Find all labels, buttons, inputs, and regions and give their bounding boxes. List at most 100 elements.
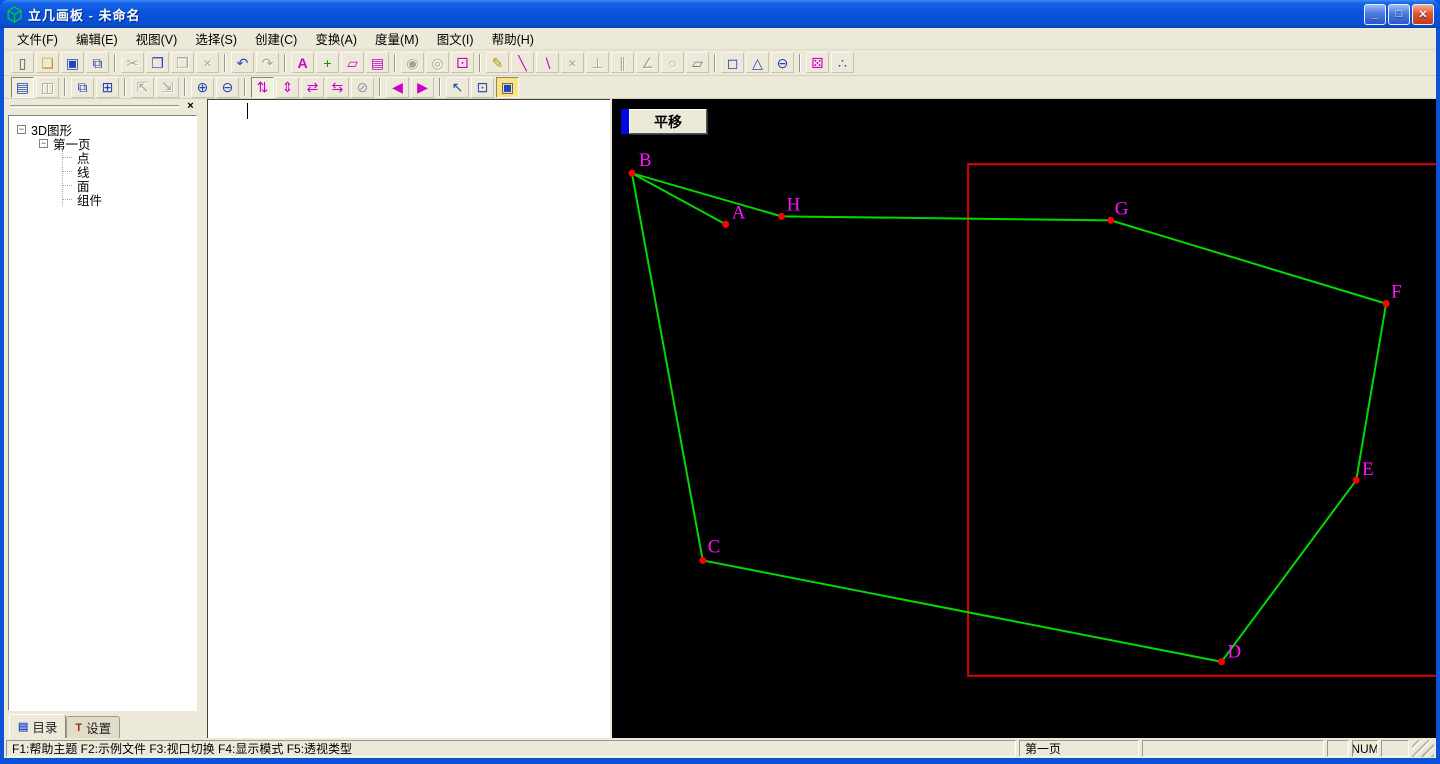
save-button[interactable]: ▣ bbox=[61, 52, 84, 73]
tree-collapse-icon[interactable]: − bbox=[39, 139, 48, 148]
main-area: × −3D图形−第一页点线面组件 ▤目录T设置 ABCDEFGH 平移 bbox=[4, 99, 1436, 738]
close-button[interactable]: ✕ bbox=[1412, 4, 1434, 25]
contents-panel-button[interactable]: ▤ bbox=[11, 77, 34, 98]
axes-button[interactable]: + bbox=[316, 52, 339, 73]
segment-B-C[interactable] bbox=[632, 173, 703, 560]
tree-collapse-icon[interactable]: − bbox=[17, 125, 26, 134]
vertex-H[interactable] bbox=[778, 213, 785, 220]
text-panel[interactable] bbox=[207, 99, 610, 738]
vertex-A[interactable] bbox=[722, 221, 729, 228]
vertex-D[interactable] bbox=[1218, 658, 1225, 665]
angle-button[interactable]: ∠ bbox=[636, 52, 659, 73]
segment-B-A[interactable] bbox=[632, 173, 726, 224]
vertex-E[interactable] bbox=[1353, 477, 1360, 484]
parallel-button[interactable]: ∥ bbox=[611, 52, 634, 73]
maximize-button[interactable]: □ bbox=[1388, 4, 1410, 25]
page-down-button[interactable]: ⇲ bbox=[156, 77, 179, 98]
segment-F-E[interactable] bbox=[1356, 304, 1386, 481]
redo-button[interactable]: ↷ bbox=[256, 52, 279, 73]
draw-segment-button[interactable]: ╲ bbox=[511, 52, 534, 73]
spin-horizontal-button[interactable]: ⇄ bbox=[301, 77, 324, 98]
properties-button[interactable]: ▤ bbox=[366, 52, 389, 73]
new-page-button[interactable]: ⧉ bbox=[86, 52, 109, 73]
sphere-button[interactable]: ⊖ bbox=[771, 52, 794, 73]
circle-button[interactable]: ○ bbox=[661, 52, 684, 73]
menu-item-5[interactable]: 变换(A) bbox=[306, 27, 366, 50]
toolbar-separator bbox=[224, 54, 226, 72]
page-up-button[interactable]: ⇱ bbox=[131, 77, 154, 98]
draw-point-button[interactable]: ✎ bbox=[486, 52, 509, 73]
spin-vertical-alt-button[interactable]: ⇕ bbox=[276, 77, 299, 98]
paste-button[interactable]: ❒ bbox=[171, 52, 194, 73]
menu-item-4[interactable]: 创建(C) bbox=[246, 27, 306, 50]
cube-button[interactable]: ◻ bbox=[721, 52, 744, 73]
tree-node-child-3[interactable]: 组件 bbox=[63, 192, 194, 206]
viewport-toggle-button[interactable]: ◫ bbox=[36, 77, 59, 98]
pan-mode-button[interactable]: ▣ bbox=[496, 77, 519, 98]
cut-button[interactable]: ✂ bbox=[121, 52, 144, 73]
sidebar-close-icon[interactable]: × bbox=[184, 100, 197, 113]
segment-B-H[interactable] bbox=[632, 173, 782, 216]
new-file-button[interactable]: ▯ bbox=[11, 52, 34, 73]
spin-vertical-button[interactable]: ⇅ bbox=[251, 77, 274, 98]
menu-item-7[interactable]: 图文(I) bbox=[428, 27, 483, 50]
panel-splitter[interactable] bbox=[200, 99, 207, 738]
rubik-cube-button[interactable]: ⚄ bbox=[806, 52, 829, 73]
vertex-label-C: C bbox=[708, 536, 721, 557]
color-cube-button[interactable]: ⚀ bbox=[451, 52, 474, 73]
geometry-svg[interactable]: ABCDEFGH bbox=[612, 99, 1436, 738]
segment-D-C[interactable] bbox=[703, 560, 1222, 661]
segment-H-G[interactable] bbox=[782, 216, 1111, 220]
spin-horizontal-alt-button[interactable]: ⇆ bbox=[326, 77, 349, 98]
vertex-B[interactable] bbox=[628, 170, 635, 177]
tile-pages-button[interactable]: ⊞ bbox=[96, 77, 119, 98]
menu-item-8[interactable]: 帮助(H) bbox=[483, 27, 543, 50]
locus-button[interactable]: ◎ bbox=[426, 52, 449, 73]
menu-item-2[interactable]: 视图(V) bbox=[127, 27, 187, 50]
status-help-text: F1:帮助主题 F2:示例文件 F3:视口切换 F4:显示模式 F5:透视类型 bbox=[6, 740, 1016, 757]
intersection-button[interactable]: × bbox=[561, 52, 584, 73]
menu-item-3[interactable]: 选择(S) bbox=[186, 27, 246, 50]
undo-button[interactable]: ↶ bbox=[231, 52, 254, 73]
toolbar-separator bbox=[394, 54, 396, 72]
segment-G-F[interactable] bbox=[1111, 220, 1386, 303]
molecule-button[interactable]: ∴ bbox=[831, 52, 854, 73]
sidebar-tab-0[interactable]: ▤目录 bbox=[9, 714, 66, 738]
vertex-label-D: D bbox=[1228, 642, 1242, 663]
menu-item-6[interactable]: 度量(M) bbox=[366, 27, 428, 50]
sidebar-tab-1-label: 设置 bbox=[86, 718, 111, 737]
toolbar-separator bbox=[439, 78, 441, 96]
pyramid-button[interactable]: △ bbox=[746, 52, 769, 73]
vertex-F[interactable] bbox=[1383, 300, 1390, 307]
animation-rewind-button[interactable]: ◀ bbox=[386, 77, 409, 98]
draw-line-button[interactable]: ∖ bbox=[536, 52, 559, 73]
trace-point-button[interactable]: ◉ bbox=[401, 52, 424, 73]
resize-grip[interactable] bbox=[1412, 740, 1434, 757]
cascade-pages-button[interactable]: ⧉ bbox=[71, 77, 94, 98]
open-file-button[interactable]: ❏ bbox=[36, 52, 59, 73]
text-label-button[interactable]: A bbox=[291, 52, 314, 73]
minimize-button[interactable]: _ bbox=[1364, 4, 1386, 25]
zoom-in-button[interactable]: ⊕ bbox=[191, 77, 214, 98]
spin-off-button[interactable]: ⊘ bbox=[351, 77, 374, 98]
tree-node-root[interactable]: −3D图形 bbox=[17, 122, 194, 136]
animation-play-button[interactable]: ▶ bbox=[411, 77, 434, 98]
copy-button[interactable]: ❐ bbox=[146, 52, 169, 73]
sidebar-tab-1[interactable]: T设置 bbox=[66, 716, 120, 738]
menu-item-1[interactable]: 编辑(E) bbox=[67, 27, 127, 50]
menu-item-0[interactable]: 文件(F) bbox=[8, 27, 67, 50]
title-bar: 立几画板 - 未命名 _□✕ bbox=[0, 0, 1440, 28]
perpendicular-button[interactable]: ⊥ bbox=[586, 52, 609, 73]
vertex-C[interactable] bbox=[699, 557, 706, 564]
select-arrow-button[interactable]: ↖ bbox=[446, 77, 469, 98]
sidebar-drag-handle[interactable] bbox=[10, 105, 179, 108]
select-rect-button[interactable]: ⊡ bbox=[471, 77, 494, 98]
draw-plane-button[interactable]: ▱ bbox=[686, 52, 709, 73]
viewport-canvas[interactable]: ABCDEFGH 平移 bbox=[612, 99, 1436, 738]
tree-node-page[interactable]: −第一页 bbox=[39, 136, 194, 150]
plane-grid-button[interactable]: ▱ bbox=[341, 52, 364, 73]
segment-E-D[interactable] bbox=[1222, 480, 1357, 662]
vertex-G[interactable] bbox=[1107, 217, 1114, 224]
delete-button[interactable]: × bbox=[196, 52, 219, 73]
zoom-out-button[interactable]: ⊖ bbox=[216, 77, 239, 98]
